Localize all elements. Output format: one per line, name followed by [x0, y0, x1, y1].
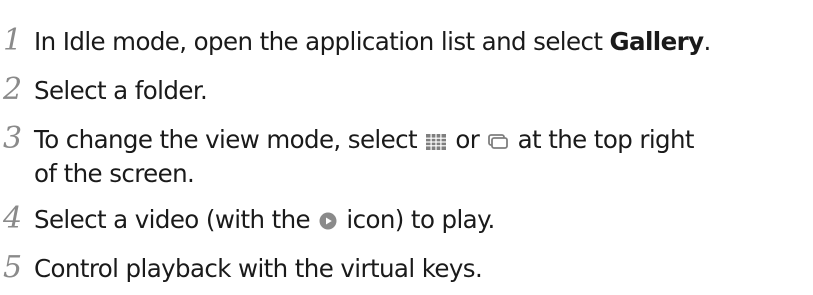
- grid-view-icon: [426, 126, 447, 158]
- step-text: Select a video (with the icon) to play.: [34, 204, 812, 238]
- step-text: Select a folder.: [34, 76, 208, 105]
- step-text-part: Select a video (with the: [34, 205, 318, 234]
- step-text-part: at the top right: [510, 125, 695, 154]
- step-text-part: or: [448, 125, 487, 154]
- step-text: To change the view mode, select or at th…: [34, 124, 812, 190]
- step-number: 3: [3, 121, 23, 156]
- step-text-part: .: [703, 27, 711, 56]
- play-icon: [319, 206, 337, 238]
- step-text: In Idle mode, open the application list …: [34, 26, 812, 58]
- step-text-part: icon) to play.: [339, 205, 495, 234]
- step-text: Control playback with the virtual keys.: [34, 254, 483, 283]
- step-text-part: In Idle mode, open the application list …: [34, 27, 610, 56]
- step-text-part: To change the view mode, select: [34, 125, 425, 154]
- step-number: 2: [3, 72, 23, 107]
- folder-view-icon: [488, 126, 509, 158]
- step-text-line2: of the screen.: [34, 159, 195, 188]
- gallery-label: Gallery: [609, 27, 705, 56]
- step-number: 1: [3, 23, 23, 58]
- step-number: 5: [3, 250, 23, 285]
- step-number: 4: [3, 201, 23, 236]
